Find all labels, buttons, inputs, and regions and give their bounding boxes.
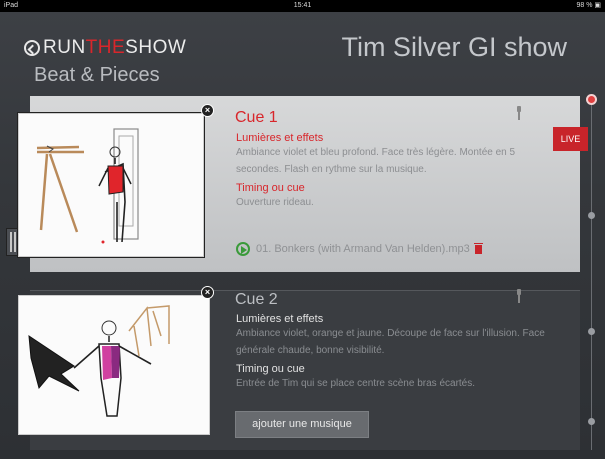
cue-2-timing-label: Timing ou cue: [236, 363, 305, 375]
cue-card-1[interactable]: × Cue 1 LIVE Lumières et effets Ambiance…: [18, 96, 588, 272]
cue-1-timing-desc: Ouverture rideau.: [236, 197, 314, 208]
cue-1-sketch: [18, 113, 204, 257]
back-circle-icon[interactable]: [24, 40, 40, 56]
pin-icon[interactable]: [516, 106, 522, 120]
play-icon[interactable]: [236, 242, 250, 256]
add-music-button[interactable]: ajouter une musique: [235, 411, 369, 438]
show-title: Tim Silver GI show: [341, 32, 567, 62]
scroll-dot-active[interactable]: [588, 96, 595, 103]
cue-card-2[interactable]: × Cue 2 Lumières et effets Ambiance viol…: [18, 286, 580, 450]
grip-icon: [10, 232, 12, 252]
battery-status: 98 % ▣: [576, 2, 601, 9]
scroll-dot[interactable]: [588, 418, 595, 425]
cue-1-lights-desc: Ambiance violet et bleu profond. Face tr…: [236, 147, 516, 175]
cue-2-lights-desc: Ambiance violet, orange et jaune. Découp…: [236, 328, 545, 356]
cue-2-timing-desc: Entrée de Tim qui se place centre scène …: [236, 378, 476, 389]
music-filename: 01. Bonkers (with Armand Van Helden).mp3: [256, 243, 470, 255]
status-time: 15:41: [293, 2, 312, 9]
pin-icon[interactable]: [516, 289, 522, 303]
logo-text: RUNTHESHOW: [43, 37, 187, 58]
close-icon[interactable]: ×: [201, 104, 214, 117]
music-item[interactable]: 01. Bonkers (with Armand Van Helden).mp3: [236, 242, 483, 256]
app-logo[interactable]: RUNTHESHOW: [24, 37, 187, 58]
cue-1-title: Cue 1: [235, 109, 278, 126]
cue-scrollbar[interactable]: [591, 95, 592, 450]
status-bar: iPad 15:41 98 % ▣: [0, 0, 605, 12]
cue-2-lights-label: Lumières et effets: [236, 313, 324, 325]
scroll-dot[interactable]: [588, 212, 595, 219]
trash-icon[interactable]: [473, 242, 483, 254]
cue-1-lights-label: Lumières et effets: [236, 132, 324, 144]
cue-2-title: Cue 2: [235, 291, 278, 308]
close-icon[interactable]: ×: [201, 286, 214, 299]
live-badge[interactable]: LIVE: [553, 127, 588, 151]
page-subtitle: Beat & Pieces: [34, 64, 160, 86]
cue-1-timing-label: Timing ou cue: [236, 182, 305, 194]
cue-2-sketch: [18, 295, 210, 435]
scroll-dot[interactable]: [588, 328, 595, 335]
